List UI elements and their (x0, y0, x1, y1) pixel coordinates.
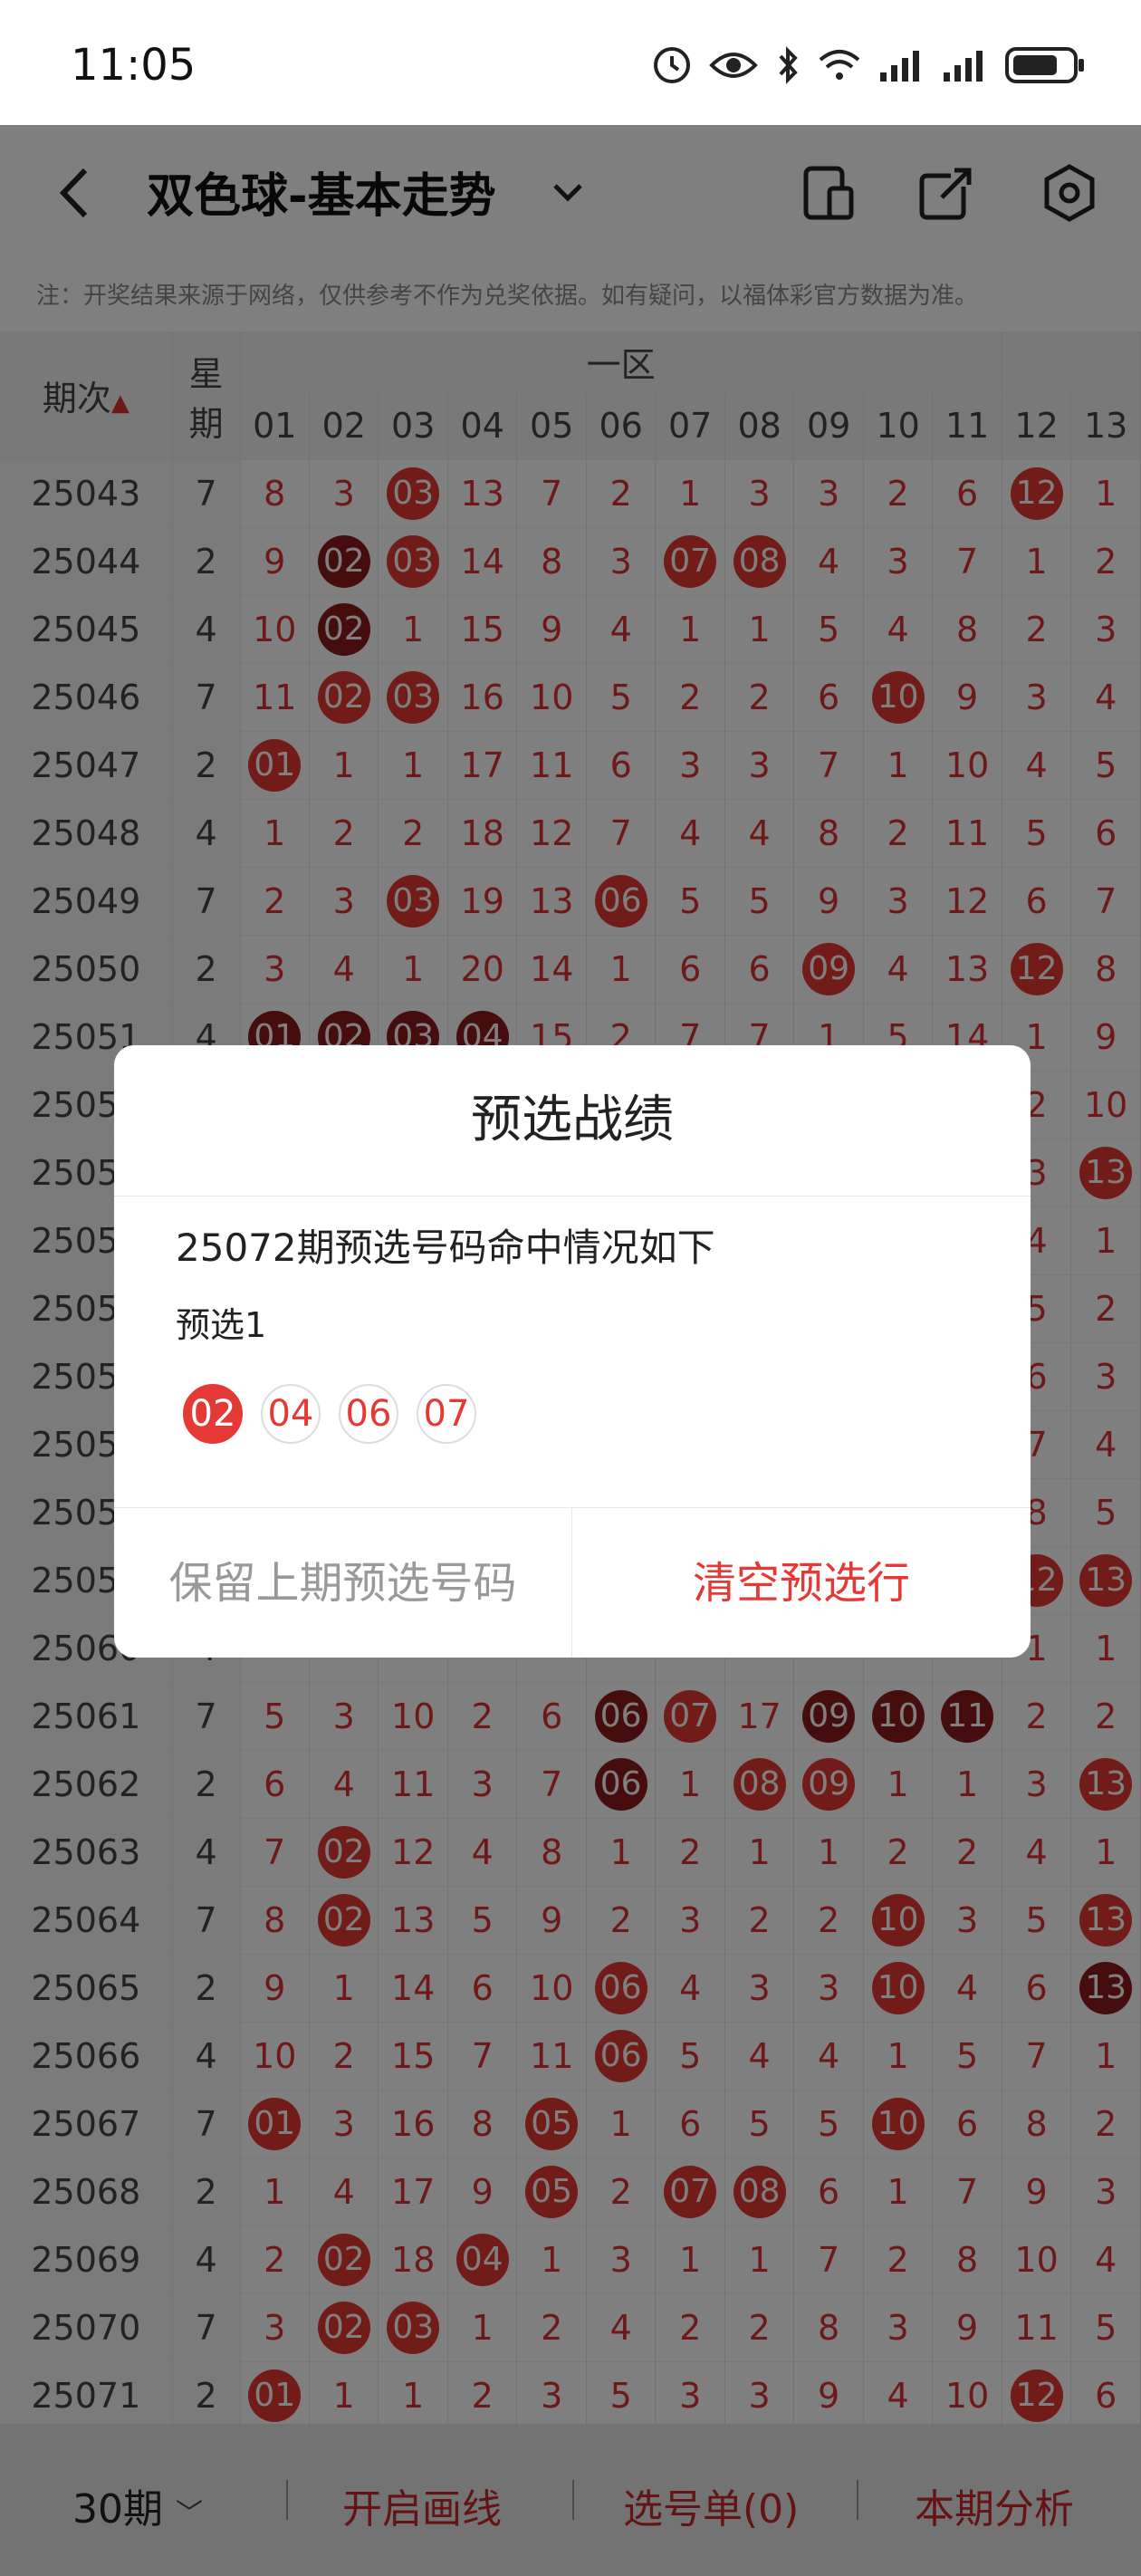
status-icons (652, 45, 1087, 89)
pick-ball: 02 (183, 1384, 243, 1444)
clear-preselect-button[interactable]: 清空预选行 (572, 1508, 1031, 1658)
bottom-overlay (0, 2424, 1141, 2576)
status-bar: 11:05 (0, 0, 1141, 125)
dialog-buttons: 保留上期预选号码 清空预选行 (114, 1507, 1031, 1658)
eye-icon (708, 47, 759, 87)
signal-icon-2 (942, 47, 989, 87)
bottom-bar: 30期 ﹀ 开启画线 选号单(0) 本期分析 (0, 2424, 1141, 2576)
status-time: 11:05 (71, 40, 197, 91)
dialog-subtitle: 25072期预选号码命中情况如下 (176, 1226, 715, 1270)
battery-icon (1005, 45, 1087, 89)
keep-previous-button[interactable]: 保留上期预选号码 (114, 1508, 572, 1658)
wifi-icon (817, 47, 862, 87)
pick-ball: 07 (417, 1384, 476, 1444)
alarm-icon (652, 45, 692, 89)
pick-label: 预选1 (176, 1305, 267, 1345)
preselect-record-dialog: 预选战绩 25072期预选号码命中情况如下 预选1 02 04 06 07 保留上期预… (114, 1045, 1031, 1658)
bluetooth-icon (775, 45, 801, 89)
signal-icon (878, 47, 925, 87)
pick-ball: 04 (261, 1384, 321, 1444)
pick-ball: 06 (339, 1384, 398, 1444)
dialog-title: 预选战绩 (114, 1045, 1031, 1197)
pick-balls: 02 04 06 07 (183, 1384, 476, 1444)
